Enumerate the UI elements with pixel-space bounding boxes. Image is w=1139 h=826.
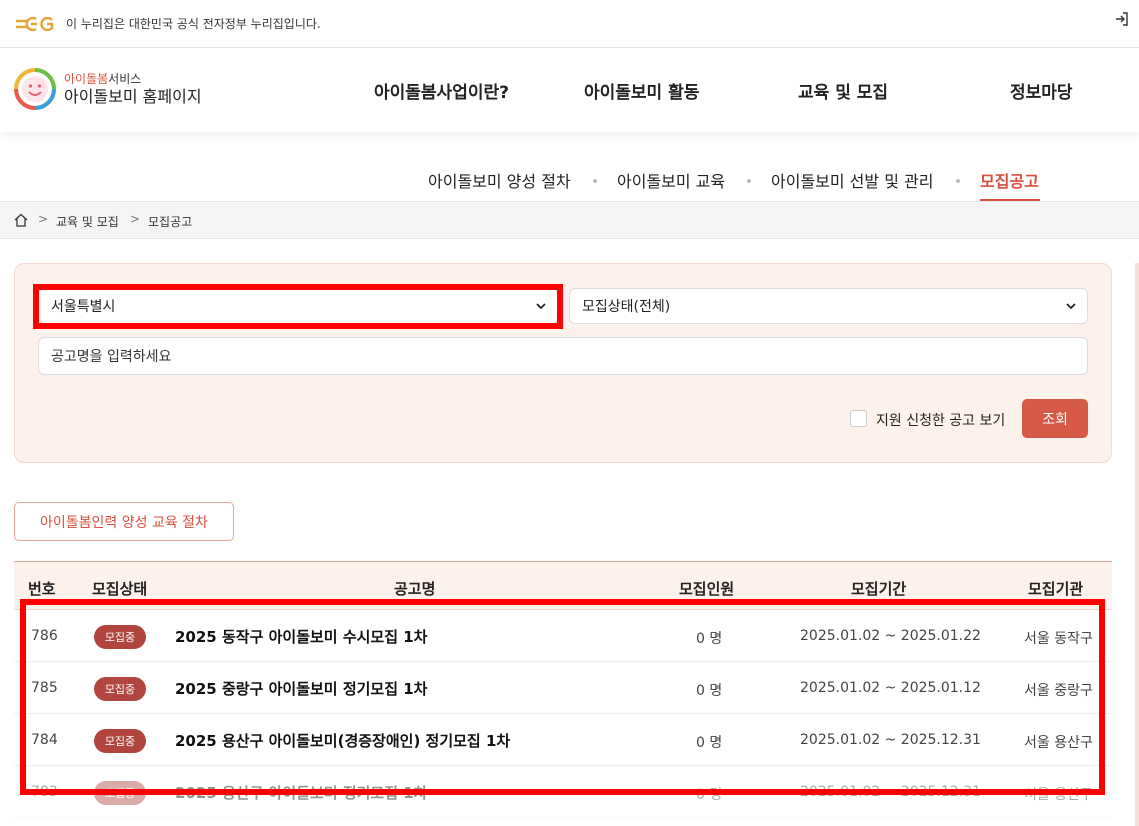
gnb-item-info[interactable]: 정보마당 [1010,78,1073,103]
egov-logo-icon [14,16,56,31]
subnav-item-training-process[interactable]: 아이돌보미 양성 절차 [428,168,571,202]
scroll-edge [1135,263,1139,826]
subnav-separator [747,179,751,183]
applied-only-checkbox[interactable] [850,410,867,427]
home-icon[interactable] [13,212,29,228]
status-select[interactable]: 모집상태(전체) [569,288,1088,324]
column-header-title: 공고명 [394,580,436,598]
brand-subtitle: 아이돌봄서비스 [64,72,142,86]
breadcrumb-item[interactable]: 교육 및 모집 [56,213,119,230]
subnav-separator [956,179,960,183]
chevron-right-icon: > [38,212,49,226]
keyword-input-placeholder: 공고명을 입력하세요 [51,349,172,365]
subnav-item-recruitment[interactable]: 모집공고 [980,168,1039,202]
subnav-separator [593,179,597,183]
chevron-right-icon: > [130,212,141,226]
gnb-item-education-recruit[interactable]: 교육 및 모집 [798,78,888,103]
keyword-input[interactable]: 공고명을 입력하세요 [38,337,1088,375]
search-button[interactable]: 조회 [1022,399,1088,438]
login-icon[interactable] [1113,10,1131,28]
brand-title: 아이돌보미 홈페이지 [64,87,202,106]
status-select-value: 모집상태(전체) [582,299,671,315]
site-header: 아이돌봄서비스 아이돌보미 홈페이지 아이돌봄사업이란? 아이돌보미 활동 교육… [0,48,1139,132]
chevron-down-icon [1065,300,1077,316]
smiley-logo-icon [14,68,56,110]
training-procedure-button[interactable]: 아이돌봄인력 양성 교육 절차 [14,502,234,541]
column-header-count: 모집인원 [679,580,735,598]
gnb-item-about[interactable]: 아이돌봄사업이란? [374,78,509,103]
breadcrumb: > 교육 및 모집 > 모집공고 [0,201,1139,239]
subnav-item-education[interactable]: 아이돌보미 교육 [617,168,725,202]
gov-banner-text: 이 누리집은 대한민국 공식 전자정부 누리집입니다. [66,17,321,31]
highlight-region-select [33,284,563,329]
subnav-item-selection[interactable]: 아이돌보미 선발 및 관리 [771,168,933,202]
column-header-number: 번호 [28,580,56,598]
column-header-period: 모집기간 [851,580,907,598]
applied-only-label[interactable]: 지원 신청한 공고 보기 [876,410,1005,430]
gnb-item-activities[interactable]: 아이돌보미 활동 [584,78,699,103]
column-header-status: 모집상태 [92,580,148,598]
brand-home-link[interactable]: 아이돌봄서비스 아이돌보미 홈페이지 [14,68,202,110]
column-header-org: 모집기관 [1028,580,1084,598]
gov-banner: 이 누리집은 대한민국 공식 전자정부 누리집입니다. [0,0,1139,48]
highlight-table-rows [20,599,1105,795]
breadcrumb-item[interactable]: 모집공고 [148,213,192,230]
